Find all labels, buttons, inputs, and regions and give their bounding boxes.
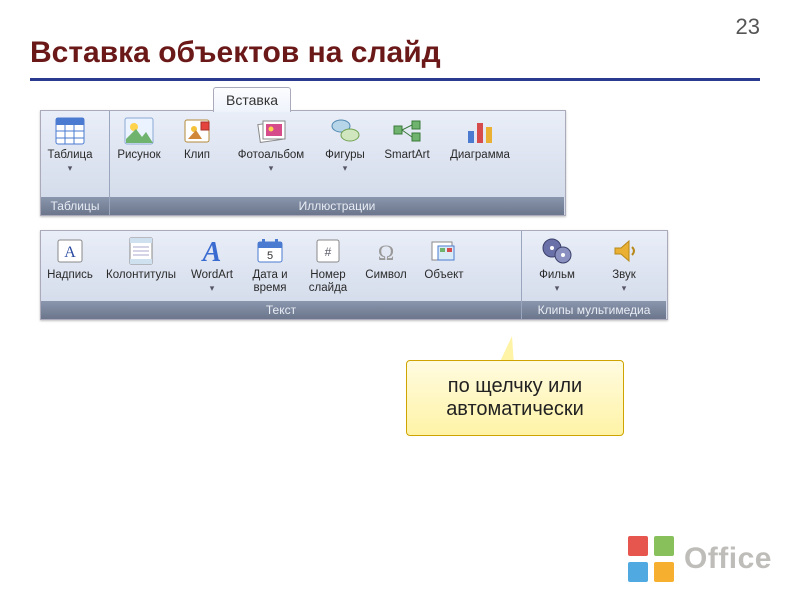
movie-icon [541,235,573,267]
clip-label: Клип [184,149,210,162]
wordart-icon: A [196,235,228,267]
page-number: 23 [736,14,760,40]
dropdown-icon: ▾ [555,283,560,293]
object-icon [428,235,460,267]
svg-text:5: 5 [267,250,273,262]
datetime-button[interactable]: 5 Дата и время [241,231,299,295]
movie-label: Фильм [539,269,575,282]
group-illustrations: Рисунок Клип Фотоальбом ▾ Фигуры ▾ [110,111,564,215]
wordart-label: WordArt [191,269,233,282]
table-label: Таблица [47,149,92,162]
dropdown-icon: ▾ [343,163,348,173]
headerfooter-button[interactable]: Колонтитулы [99,231,183,282]
svg-text:#: # [325,245,332,259]
datetime-icon: 5 [254,235,286,267]
group-text: A Надпись Колонтитулы A WordArt ▾ 5 Дата… [41,231,522,319]
sound-icon [608,235,640,267]
textbox-icon: A [54,235,86,267]
textbox-button[interactable]: A Надпись [41,231,99,282]
clip-button[interactable]: Клип [168,111,226,162]
shapes-label: Фигуры [325,149,365,162]
symbol-button[interactable]: Ω Символ [357,231,415,282]
smartart-icon [391,115,423,147]
office-logo-text: Office [684,542,772,576]
group-label-text: Текст [41,301,521,319]
title-underline [30,78,760,81]
slidenumber-icon: # [312,235,344,267]
group-tables: Таблица ▾ Таблицы [41,111,110,215]
textbox-label: Надпись [47,269,93,282]
picture-label: Рисунок [117,149,160,162]
svg-text:A: A [201,237,222,265]
smartart-label: SmartArt [384,149,429,162]
group-media: Фильм ▾ Звук ▾ Клипы мультимедиа [522,231,666,319]
headerfooter-icon [125,235,157,267]
movie-button[interactable]: Фильм ▾ [522,231,592,294]
photoalbum-label: Фотоальбом [238,149,304,162]
datetime-label: Дата и время [252,269,287,295]
ribbon-insert-top: Вставка Таблица ▾ Таблицы Рисунок [40,110,566,216]
group-label-illustrations: Иллюстрации [110,197,564,215]
svg-text:Ω: Ω [378,240,394,264]
dropdown-icon: ▾ [210,283,215,293]
dropdown-icon: ▾ [622,283,627,293]
page-title: Вставка объектов на слайд [30,36,441,70]
chart-icon [464,115,496,147]
chart-button[interactable]: Диаграмма [440,111,520,162]
shapes-icon [329,115,361,147]
object-label: Объект [424,269,463,282]
slidenumber-label: Номер слайда [309,269,347,295]
shapes-button[interactable]: Фигуры ▾ [316,111,374,174]
picture-icon [123,115,155,147]
smartart-button[interactable]: SmartArt [374,111,440,162]
clip-icon [181,115,213,147]
photoalbum-icon [255,115,287,147]
headerfooter-label: Колонтитулы [106,269,176,282]
office-logo: Office [628,536,772,582]
slidenumber-button[interactable]: # Номер слайда [299,231,357,295]
callout-box: по щелчку или автоматически [406,360,624,436]
dropdown-icon: ▾ [68,163,73,173]
symbol-label: Символ [365,269,406,282]
ribbon-insert-bottom: A Надпись Колонтитулы A WordArt ▾ 5 Дата… [40,230,668,320]
chart-label: Диаграмма [450,149,510,162]
wordart-button[interactable]: A WordArt ▾ [183,231,241,294]
sound-button[interactable]: Звук ▾ [592,231,656,294]
group-label-media: Клипы мультимедиа [522,301,666,319]
tab-insert[interactable]: Вставка [213,87,291,112]
office-logo-icon [628,536,674,582]
dropdown-icon: ▾ [269,163,274,173]
svg-text:A: A [64,244,76,261]
symbol-icon: Ω [370,235,402,267]
table-button[interactable]: Таблица ▾ [41,111,99,174]
table-icon [54,115,86,147]
group-label-tables: Таблицы [41,197,109,215]
sound-label: Звук [612,269,636,282]
photoalbum-button[interactable]: Фотоальбом ▾ [226,111,316,174]
picture-button[interactable]: Рисунок [110,111,168,162]
object-button[interactable]: Объект [415,231,473,282]
